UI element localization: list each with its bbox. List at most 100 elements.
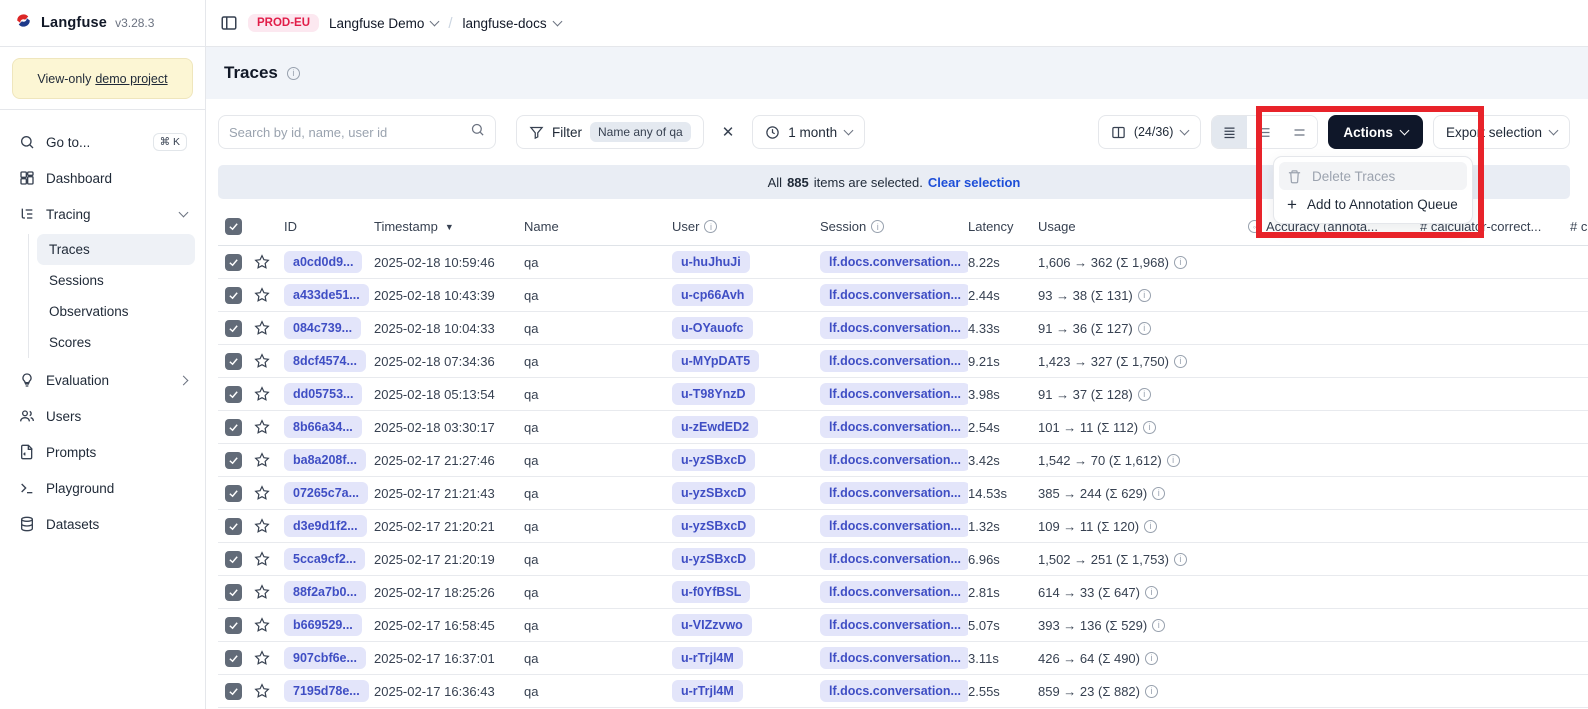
clear-filter-icon[interactable]: ✕ [714, 119, 743, 145]
project-switcher[interactable]: langfuse-docs [463, 16, 561, 31]
header-name[interactable]: Name [524, 219, 672, 234]
user-badge[interactable]: u-f0YfBSL [672, 581, 750, 603]
header-session[interactable]: Sessioni [820, 219, 968, 234]
search-input[interactable] [229, 125, 470, 140]
sidebar-item-scores[interactable]: Scores [37, 327, 195, 358]
user-badge[interactable]: u-VIZzvwo [672, 614, 752, 636]
sidebar-toggle-icon[interactable] [220, 14, 238, 32]
header-usage[interactable]: Usage [1038, 219, 1248, 234]
header-user[interactable]: Useri [672, 219, 820, 234]
row-checkbox[interactable] [225, 650, 242, 667]
actions-button[interactable]: Actions [1328, 115, 1423, 149]
table-row[interactable]: a433de51... 2025-02-18 10:43:39 qa u-cp6… [218, 279, 1588, 312]
session-badge[interactable]: lf.docs.conversation... [820, 548, 968, 570]
session-badge[interactable]: lf.docs.conversation... [820, 614, 968, 636]
sidebar-item-evaluation[interactable]: Evaluation [10, 362, 195, 398]
usage-info-icon[interactable]: i [1152, 487, 1165, 500]
sidebar-item-traces[interactable]: Traces [37, 234, 195, 265]
user-badge[interactable]: u-T98YnzD [672, 383, 755, 405]
usage-info-icon[interactable]: i [1174, 355, 1187, 368]
bookmark-star-icon[interactable] [254, 419, 270, 435]
row-height-compact-button[interactable] [1212, 116, 1247, 148]
bookmark-star-icon[interactable] [254, 650, 270, 666]
session-badge[interactable]: lf.docs.conversation... [820, 647, 968, 669]
session-badge[interactable]: lf.docs.conversation... [820, 350, 968, 372]
clear-selection-link[interactable]: Clear selection [928, 175, 1021, 190]
sidebar-item-prompts[interactable]: Prompts [10, 434, 195, 470]
menu-item-add-to-annotation-queue[interactable]: + Add to Annotation Queue [1279, 190, 1467, 218]
bookmark-star-icon[interactable] [254, 320, 270, 336]
bookmark-star-icon[interactable] [254, 485, 270, 501]
table-row[interactable]: 907cbf6e... 2025-02-17 16:37:01 qa u-rTr… [218, 642, 1588, 675]
trace-id-badge[interactable]: 7195d78e... [284, 680, 369, 702]
bookmark-star-icon[interactable] [254, 353, 270, 369]
usage-info-icon[interactable]: i [1138, 388, 1151, 401]
table-row[interactable]: 8dcf4574... 2025-02-18 07:34:36 qa u-MYp… [218, 345, 1588, 378]
bookmark-star-icon[interactable] [254, 518, 270, 534]
sidebar-item-users[interactable]: Users [10, 398, 195, 434]
sidebar-item-observations[interactable]: Observations [37, 296, 195, 327]
demo-project-link[interactable]: demo project [95, 72, 167, 86]
bookmark-star-icon[interactable] [254, 683, 270, 699]
trace-id-badge[interactable]: 8dcf4574... [284, 350, 366, 372]
session-badge[interactable]: lf.docs.conversation... [820, 251, 968, 273]
bookmark-star-icon[interactable] [254, 254, 270, 270]
trace-id-badge[interactable]: a0cd0d9... [284, 251, 362, 273]
session-badge[interactable]: lf.docs.conversation... [820, 317, 968, 339]
usage-info-icon[interactable]: i [1174, 256, 1187, 269]
session-badge[interactable]: lf.docs.conversation... [820, 482, 968, 504]
session-badge[interactable]: lf.docs.conversation... [820, 449, 968, 471]
table-row[interactable]: 084c739... 2025-02-18 10:04:33 qa u-OYau… [218, 312, 1588, 345]
usage-info-icon[interactable]: i [1143, 421, 1156, 434]
session-info-icon[interactable]: i [871, 220, 884, 233]
trace-id-badge[interactable]: 5cca9cf2... [284, 548, 365, 570]
trace-id-badge[interactable]: a433de51... [284, 284, 369, 306]
bookmark-star-icon[interactable] [254, 551, 270, 567]
usage-info-icon[interactable]: i [1145, 652, 1158, 665]
row-checkbox[interactable] [225, 551, 242, 568]
user-info-icon[interactable]: i [704, 220, 717, 233]
header-latency[interactable]: Latency [968, 219, 1038, 234]
menu-item-delete-traces[interactable]: Delete Traces [1279, 162, 1467, 190]
bookmark-star-icon[interactable] [254, 386, 270, 402]
row-checkbox[interactable] [225, 617, 242, 634]
user-badge[interactable]: u-yzSBxcD [672, 449, 755, 471]
search-icon[interactable] [470, 122, 485, 142]
trace-id-badge[interactable]: d3e9d1f2... [284, 515, 367, 537]
row-checkbox[interactable] [225, 584, 242, 601]
table-row[interactable]: d3e9d1f2... 2025-02-17 21:20:21 qa u-yzS… [218, 510, 1588, 543]
bookmark-star-icon[interactable] [254, 584, 270, 600]
usage-info-icon[interactable]: i [1138, 289, 1151, 302]
trace-id-badge[interactable]: 07265c7a... [284, 482, 368, 504]
user-badge[interactable]: u-MYpDAT5 [672, 350, 759, 372]
header-timestamp[interactable]: Timestamp▼ [374, 219, 524, 234]
usage-info-icon[interactable]: i [1145, 685, 1158, 698]
user-badge[interactable]: u-OYauofc [672, 317, 753, 339]
row-checkbox[interactable] [225, 419, 242, 436]
usage-info-icon[interactable]: i [1152, 619, 1165, 632]
row-checkbox[interactable] [225, 452, 242, 469]
row-checkbox[interactable] [225, 386, 242, 403]
bookmark-star-icon[interactable] [254, 617, 270, 633]
filter-button[interactable]: Filter Name any of qa [516, 115, 704, 149]
row-checkbox[interactable] [225, 353, 242, 370]
trace-id-badge[interactable]: 907cbf6e... [284, 647, 366, 669]
usage-info-icon[interactable]: i [1138, 322, 1151, 335]
org-switcher[interactable]: Langfuse Demo [329, 16, 438, 31]
table-row[interactable]: ba8a208f... 2025-02-17 21:27:46 qa u-yzS… [218, 444, 1588, 477]
table-row[interactable]: a0cd0d9... 2025-02-18 10:59:46 qa u-huJh… [218, 246, 1588, 279]
trace-id-badge[interactable]: b669529... [284, 614, 362, 636]
header-score-last[interactable]: # c... [1570, 219, 1588, 234]
header-id[interactable]: ID [284, 219, 374, 234]
table-row[interactable]: 5cca9cf2... 2025-02-17 21:20:19 qa u-yzS… [218, 543, 1588, 576]
sidebar-item-sessions[interactable]: Sessions [37, 265, 195, 296]
session-badge[interactable]: lf.docs.conversation... [820, 383, 968, 405]
session-badge[interactable]: lf.docs.conversation... [820, 284, 968, 306]
usage-info-icon[interactable]: i [1145, 586, 1158, 599]
user-badge[interactable]: u-cp66Avh [672, 284, 753, 306]
trace-id-badge[interactable]: ba8a208f... [284, 449, 366, 471]
bookmark-star-icon[interactable] [254, 452, 270, 468]
row-checkbox[interactable] [225, 683, 242, 700]
page-info-icon[interactable]: i [287, 67, 300, 80]
user-badge[interactable]: u-yzSBxcD [672, 482, 755, 504]
